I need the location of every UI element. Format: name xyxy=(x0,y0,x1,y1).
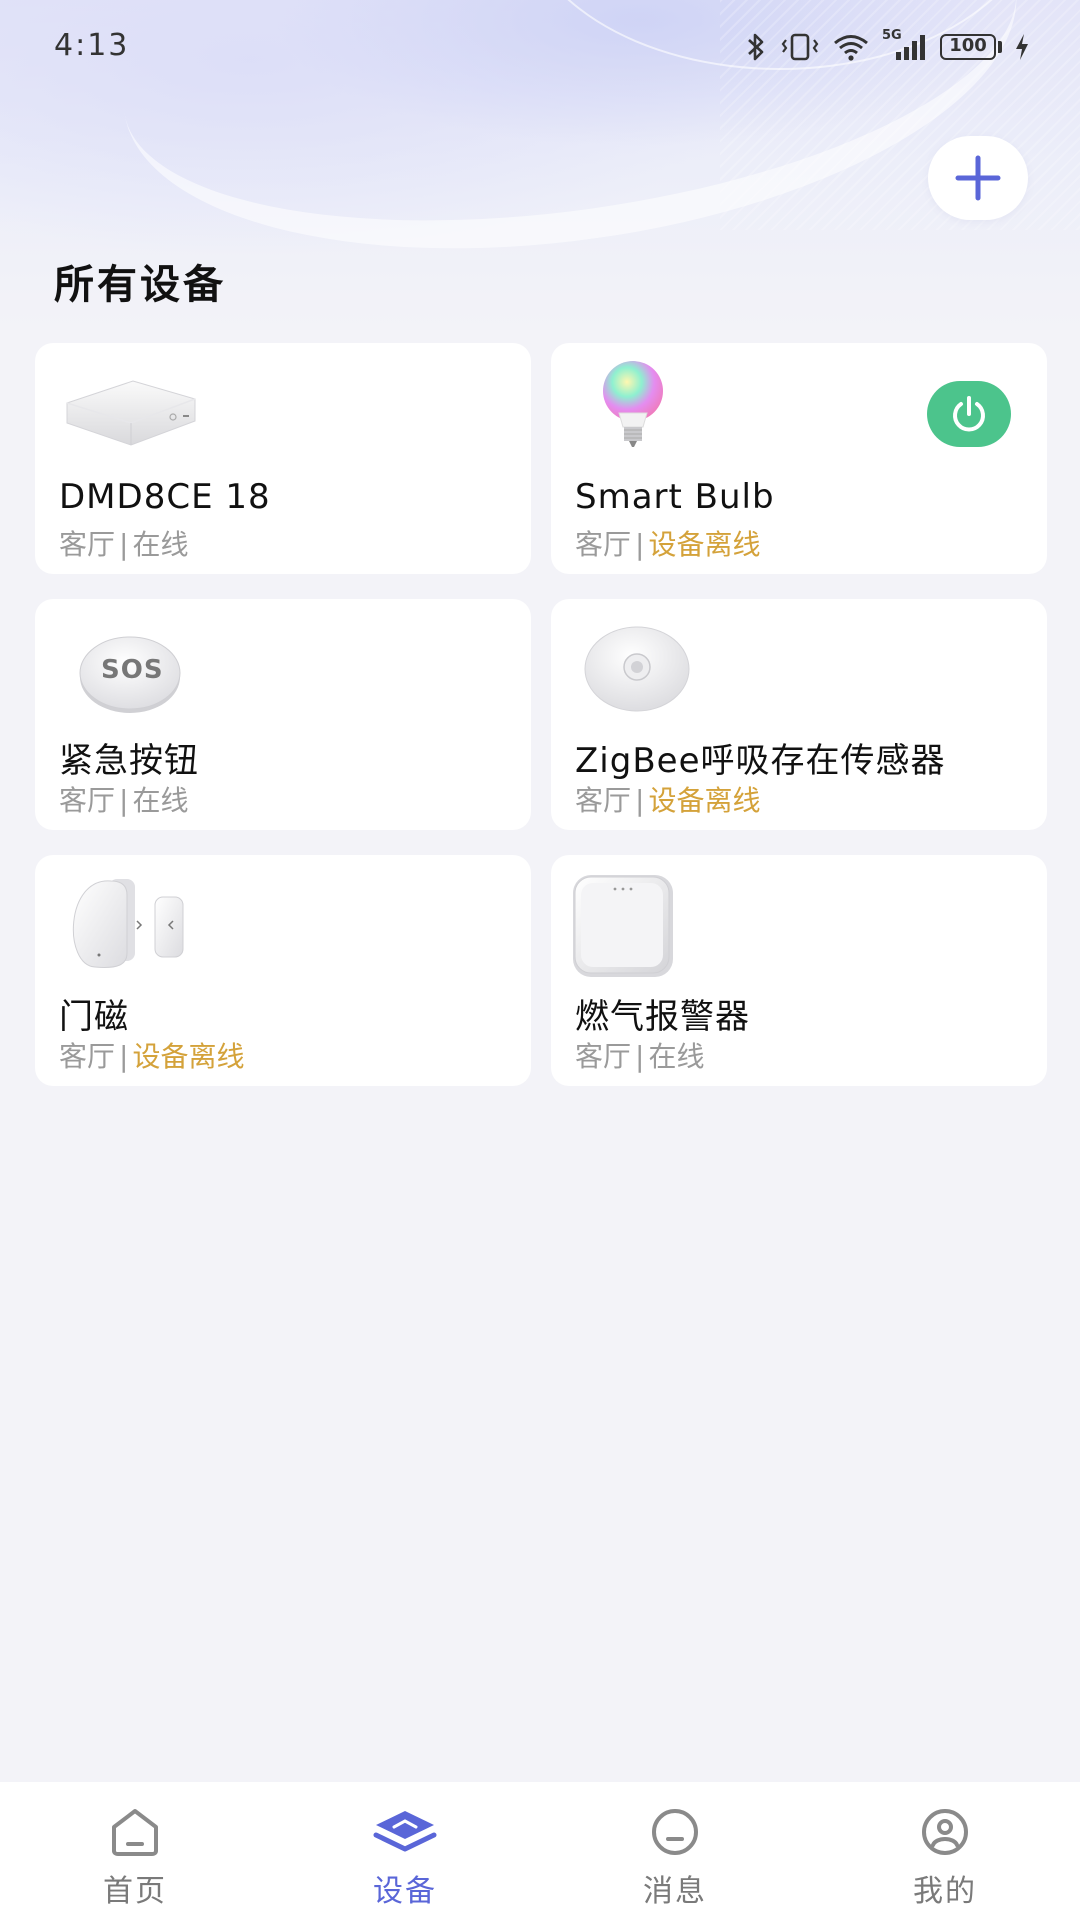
device-meta: 客厅 | 设备离线 xyxy=(575,528,761,561)
power-toggle-button[interactable] xyxy=(927,381,1011,447)
charging-icon xyxy=(1014,30,1030,64)
bottom-nav: 首页 设备 消息 我的 xyxy=(0,1782,1080,1920)
message-icon xyxy=(648,1804,702,1860)
tab-label: 我的 xyxy=(913,1874,977,1909)
device-status: 在线 xyxy=(132,784,189,817)
gas-alarm-image xyxy=(571,873,721,977)
device-name: 紧急按钮 xyxy=(59,741,199,781)
battery-level: 100 xyxy=(940,34,996,60)
device-room: 客厅 xyxy=(575,528,632,561)
tab-label: 设备 xyxy=(373,1874,437,1909)
presence-sensor-image xyxy=(571,617,721,717)
signal-icon: 5G xyxy=(882,28,928,64)
wifi-icon xyxy=(832,30,870,64)
device-card-hub[interactable]: DMD8CE 18 客厅 | 在线 xyxy=(35,343,531,574)
device-status: 设备离线 xyxy=(132,1040,245,1073)
device-room: 客厅 xyxy=(575,1040,632,1073)
bluetooth-icon xyxy=(744,30,768,64)
device-room: 客厅 xyxy=(59,784,116,817)
plus-icon xyxy=(955,155,1001,201)
power-icon xyxy=(953,396,985,432)
hub-image xyxy=(55,361,205,461)
device-room: 客厅 xyxy=(59,1040,116,1073)
device-card-emergency-button[interactable]: SOS 紧急按钮 客厅 | 在线 xyxy=(35,599,531,830)
tab-label: 消息 xyxy=(643,1874,707,1909)
device-name: 燃气报警器 xyxy=(575,997,750,1037)
sos-label: SOS xyxy=(101,655,164,685)
status-icons: 5G 100 xyxy=(744,28,1030,64)
device-card-smart-bulb[interactable]: Smart Bulb 客厅 | 设备离线 xyxy=(551,343,1047,574)
device-meta: 客厅 | 设备离线 xyxy=(59,1040,245,1073)
device-name: ZigBee呼吸存在传感器 xyxy=(575,741,946,781)
device-card-door-sensor[interactable]: 门磁 客厅 | 设备离线 xyxy=(35,855,531,1086)
tab-label: 首页 xyxy=(103,1874,167,1909)
device-status: 在线 xyxy=(648,1040,705,1073)
device-meta: 客厅 | 在线 xyxy=(59,528,189,561)
device-name: DMD8CE 18 xyxy=(59,477,271,517)
device-room: 客厅 xyxy=(59,528,116,561)
device-card-gas-alarm[interactable]: 燃气报警器 客厅 | 在线 xyxy=(551,855,1047,1086)
device-meta: 客厅 | 在线 xyxy=(59,784,189,817)
device-status: 设备离线 xyxy=(648,784,761,817)
tab-devices[interactable]: 设备 xyxy=(270,1782,540,1920)
vibrate-icon xyxy=(780,30,820,64)
door-sensor-image xyxy=(55,873,205,973)
device-status: 设备离线 xyxy=(648,528,761,561)
bulb-image xyxy=(571,361,721,461)
device-name: 门磁 xyxy=(59,997,129,1037)
device-meta: 客厅 | 设备离线 xyxy=(575,784,761,817)
device-room: 客厅 xyxy=(575,784,632,817)
home-icon xyxy=(108,1804,162,1860)
device-meta: 客厅 | 在线 xyxy=(575,1040,705,1073)
device-name: Smart Bulb xyxy=(575,477,775,517)
page-title: 所有设备 xyxy=(54,262,226,308)
status-time: 4:13 xyxy=(54,28,130,63)
add-device-button[interactable] xyxy=(928,136,1028,220)
sos-button-image: SOS xyxy=(55,617,205,717)
device-status: 在线 xyxy=(132,528,189,561)
device-card-presence-sensor[interactable]: ZigBee呼吸存在传感器 客厅 | 设备离线 xyxy=(551,599,1047,830)
network-type: 5G xyxy=(882,28,902,43)
battery-icon: 100 xyxy=(940,30,1002,64)
tab-home[interactable]: 首页 xyxy=(0,1782,270,1920)
tab-messages[interactable]: 消息 xyxy=(540,1782,810,1920)
devices-icon xyxy=(372,1804,438,1860)
status-bar: 4:13 5G 100 xyxy=(0,0,1080,96)
profile-icon xyxy=(918,1804,972,1860)
tab-profile[interactable]: 我的 xyxy=(810,1782,1080,1920)
